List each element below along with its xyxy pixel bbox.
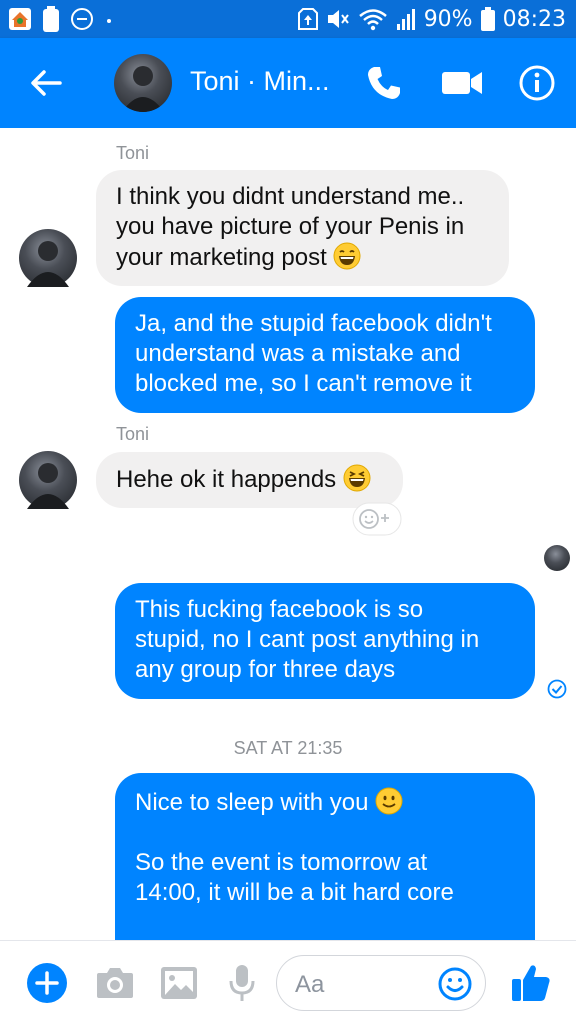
message-line: I think you didnt understand me.. — [116, 183, 465, 210]
battery-percent: 90% — [423, 6, 473, 32]
message-line: you have picture of your Penis in — [116, 213, 465, 240]
seen-avatar-icon — [544, 545, 570, 571]
message-line: Nice to sleep with you — [135, 787, 515, 818]
message-line: Hehe ok it happends — [116, 464, 383, 495]
laugh-emoji-icon — [343, 464, 371, 492]
message-line: understand was a mistake and — [135, 340, 461, 367]
composer-bar: Aa — [0, 940, 576, 1024]
mute-icon — [327, 10, 349, 28]
date-separator: SAT AT 21:35 — [233, 738, 343, 758]
sender-avatar[interactable] — [19, 451, 77, 509]
camera-icon[interactable] — [93, 961, 137, 1005]
grin-emoji-icon — [333, 242, 361, 270]
message-line: any group for three days — [135, 656, 396, 683]
messenger-screen: 90% 08:23 Toni · Min... Toni I think you… — [0, 0, 576, 1024]
message-line: blocked me, so I can't remove it — [135, 370, 472, 397]
message-line-text: Hehe ok it happends — [116, 466, 337, 493]
avatar-silhouette — [27, 241, 69, 287]
smile-emoji-icon — [375, 787, 403, 815]
battery-notification-icon — [43, 6, 59, 32]
back-arrow-icon[interactable] — [26, 63, 66, 103]
emoji-icon[interactable] — [437, 966, 473, 1002]
message-line: stupid, no I cant post anything in — [135, 626, 480, 653]
dot-icon — [107, 19, 111, 23]
clock: 08:23 — [502, 6, 566, 32]
message-line: your marketing post — [116, 242, 489, 273]
message-input[interactable]: Aa — [276, 955, 486, 1011]
contact-name[interactable]: Toni · Min... — [190, 66, 330, 97]
phone-icon[interactable] — [364, 63, 404, 103]
sender-name: Toni — [116, 424, 150, 444]
message-line-text: your marketing post — [116, 244, 327, 271]
image-icon[interactable] — [157, 961, 201, 1005]
outgoing-message[interactable]: Ja, and the stupid facebook didn't under… — [115, 297, 535, 413]
thumbs-up-icon[interactable] — [509, 961, 553, 1005]
signal-icon — [396, 9, 415, 30]
sender-name: Toni — [116, 143, 150, 163]
outgoing-message[interactable]: This fucking facebook is so stupid, no I… — [115, 583, 535, 699]
message-list[interactable]: Toni I think you didnt understand me.. y… — [0, 128, 576, 940]
message-line: This fucking facebook is so — [135, 596, 424, 623]
video-icon[interactable] — [440, 63, 484, 103]
message-input-placeholder: Aa — [295, 971, 325, 998]
battery-icon — [480, 7, 495, 31]
contact-avatar[interactable] — [114, 54, 172, 112]
system-indicators: 90% 08:23 — [297, 5, 566, 33]
add-reaction-icon[interactable] — [352, 502, 402, 536]
conversation-header: Toni · Min... — [0, 38, 576, 128]
storage-icon — [297, 8, 318, 30]
home-notification-icon — [9, 8, 31, 30]
message-line: So the event is tomorrow at — [135, 849, 428, 876]
plus-icon[interactable] — [25, 961, 69, 1005]
outgoing-message[interactable]: Nice to sleep with you So the event is t… — [115, 773, 535, 940]
microphone-icon[interactable] — [220, 961, 264, 1005]
minus-circle-icon — [71, 8, 93, 30]
sender-avatar[interactable] — [19, 229, 77, 287]
avatar-silhouette — [122, 66, 164, 112]
info-icon[interactable] — [517, 63, 557, 103]
wifi-icon — [358, 9, 387, 31]
incoming-message[interactable]: Hehe ok it happends — [96, 452, 403, 508]
avatar-silhouette — [27, 463, 69, 509]
delivered-check-icon — [547, 679, 567, 699]
incoming-message[interactable]: I think you didnt understand me.. you ha… — [96, 170, 509, 286]
status-bar: 90% 08:23 — [0, 0, 576, 38]
message-line: 14:00, it will be a bit hard core — [135, 879, 454, 906]
message-line-text: Nice to sleep with you — [135, 789, 369, 816]
message-line: Ja, and the stupid facebook didn't — [135, 310, 492, 337]
notification-icons — [8, 6, 114, 32]
